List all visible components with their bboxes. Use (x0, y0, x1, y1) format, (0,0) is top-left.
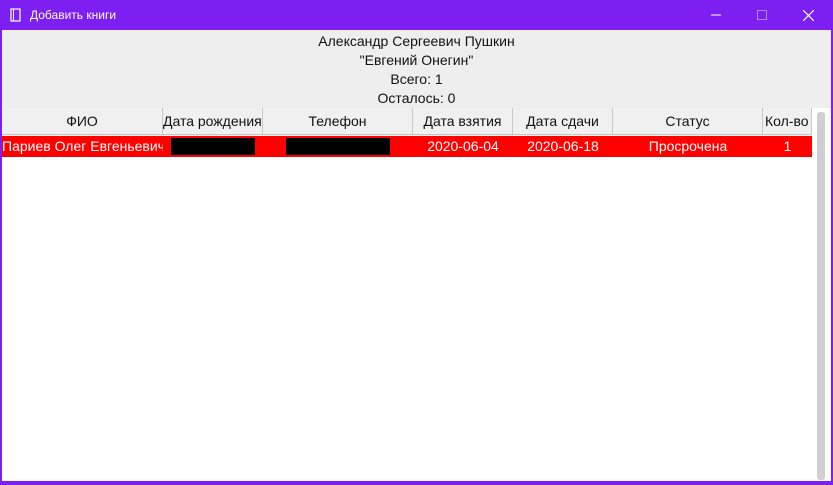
column-header-status[interactable]: Статус (613, 108, 763, 135)
redacted-birth-date (171, 138, 255, 155)
column-header-birth-date[interactable]: Дата рождения (163, 108, 263, 135)
column-header-fio[interactable]: ФИО (2, 108, 163, 135)
column-header-return-date[interactable]: Дата сдачи (513, 108, 613, 135)
close-icon (802, 9, 814, 21)
column-header-count[interactable]: Кол-во (763, 108, 812, 135)
minimize-icon (711, 14, 721, 16)
cell-count: 1 (783, 138, 792, 154)
book-info-panel: Александр Сергеевич Пушкин "Евгений Онег… (2, 30, 831, 108)
cell-return-date: 2020-06-18 (527, 138, 599, 154)
book-icon (10, 8, 21, 22)
minimize-button[interactable] (693, 0, 739, 30)
borrowers-table: ФИО Дата рождения Телефон Дата взятия Да… (2, 108, 831, 481)
remaining-count-label: Осталось: 0 (377, 90, 456, 106)
cell-fio: Париев Олег Евгеньевич (2, 138, 163, 154)
cell-status: Просрочена (648, 138, 728, 154)
vertical-scrollbar[interactable] (812, 108, 831, 481)
column-header-phone[interactable]: Телефон (263, 108, 413, 135)
table-row[interactable]: Париев Олег Евгеньевич 2020-06-04 2020-0… (2, 136, 812, 157)
column-header-taken-date[interactable]: Дата взятия (413, 108, 513, 135)
author-label: Александр Сергеевич Пушкин (318, 33, 515, 49)
maximize-icon (757, 10, 767, 20)
close-button[interactable] (785, 0, 831, 30)
book-title-label: "Евгений Онегин" (359, 52, 474, 68)
maximize-button[interactable] (739, 0, 785, 30)
total-count-label: Всего: 1 (390, 71, 443, 87)
window-title: Добавить книги (30, 8, 117, 22)
app-window: Добавить книги Александр Сергеевич Пушки… (0, 0, 833, 485)
window-content: Александр Сергеевич Пушкин "Евгений Онег… (2, 30, 831, 481)
redacted-phone (286, 138, 390, 155)
table-header: ФИО Дата рождения Телефон Дата взятия Да… (2, 108, 812, 136)
scrollbar-thumb[interactable] (817, 112, 825, 480)
cell-taken-date: 2020-06-04 (427, 138, 499, 154)
title-bar[interactable]: Добавить книги (0, 0, 833, 30)
